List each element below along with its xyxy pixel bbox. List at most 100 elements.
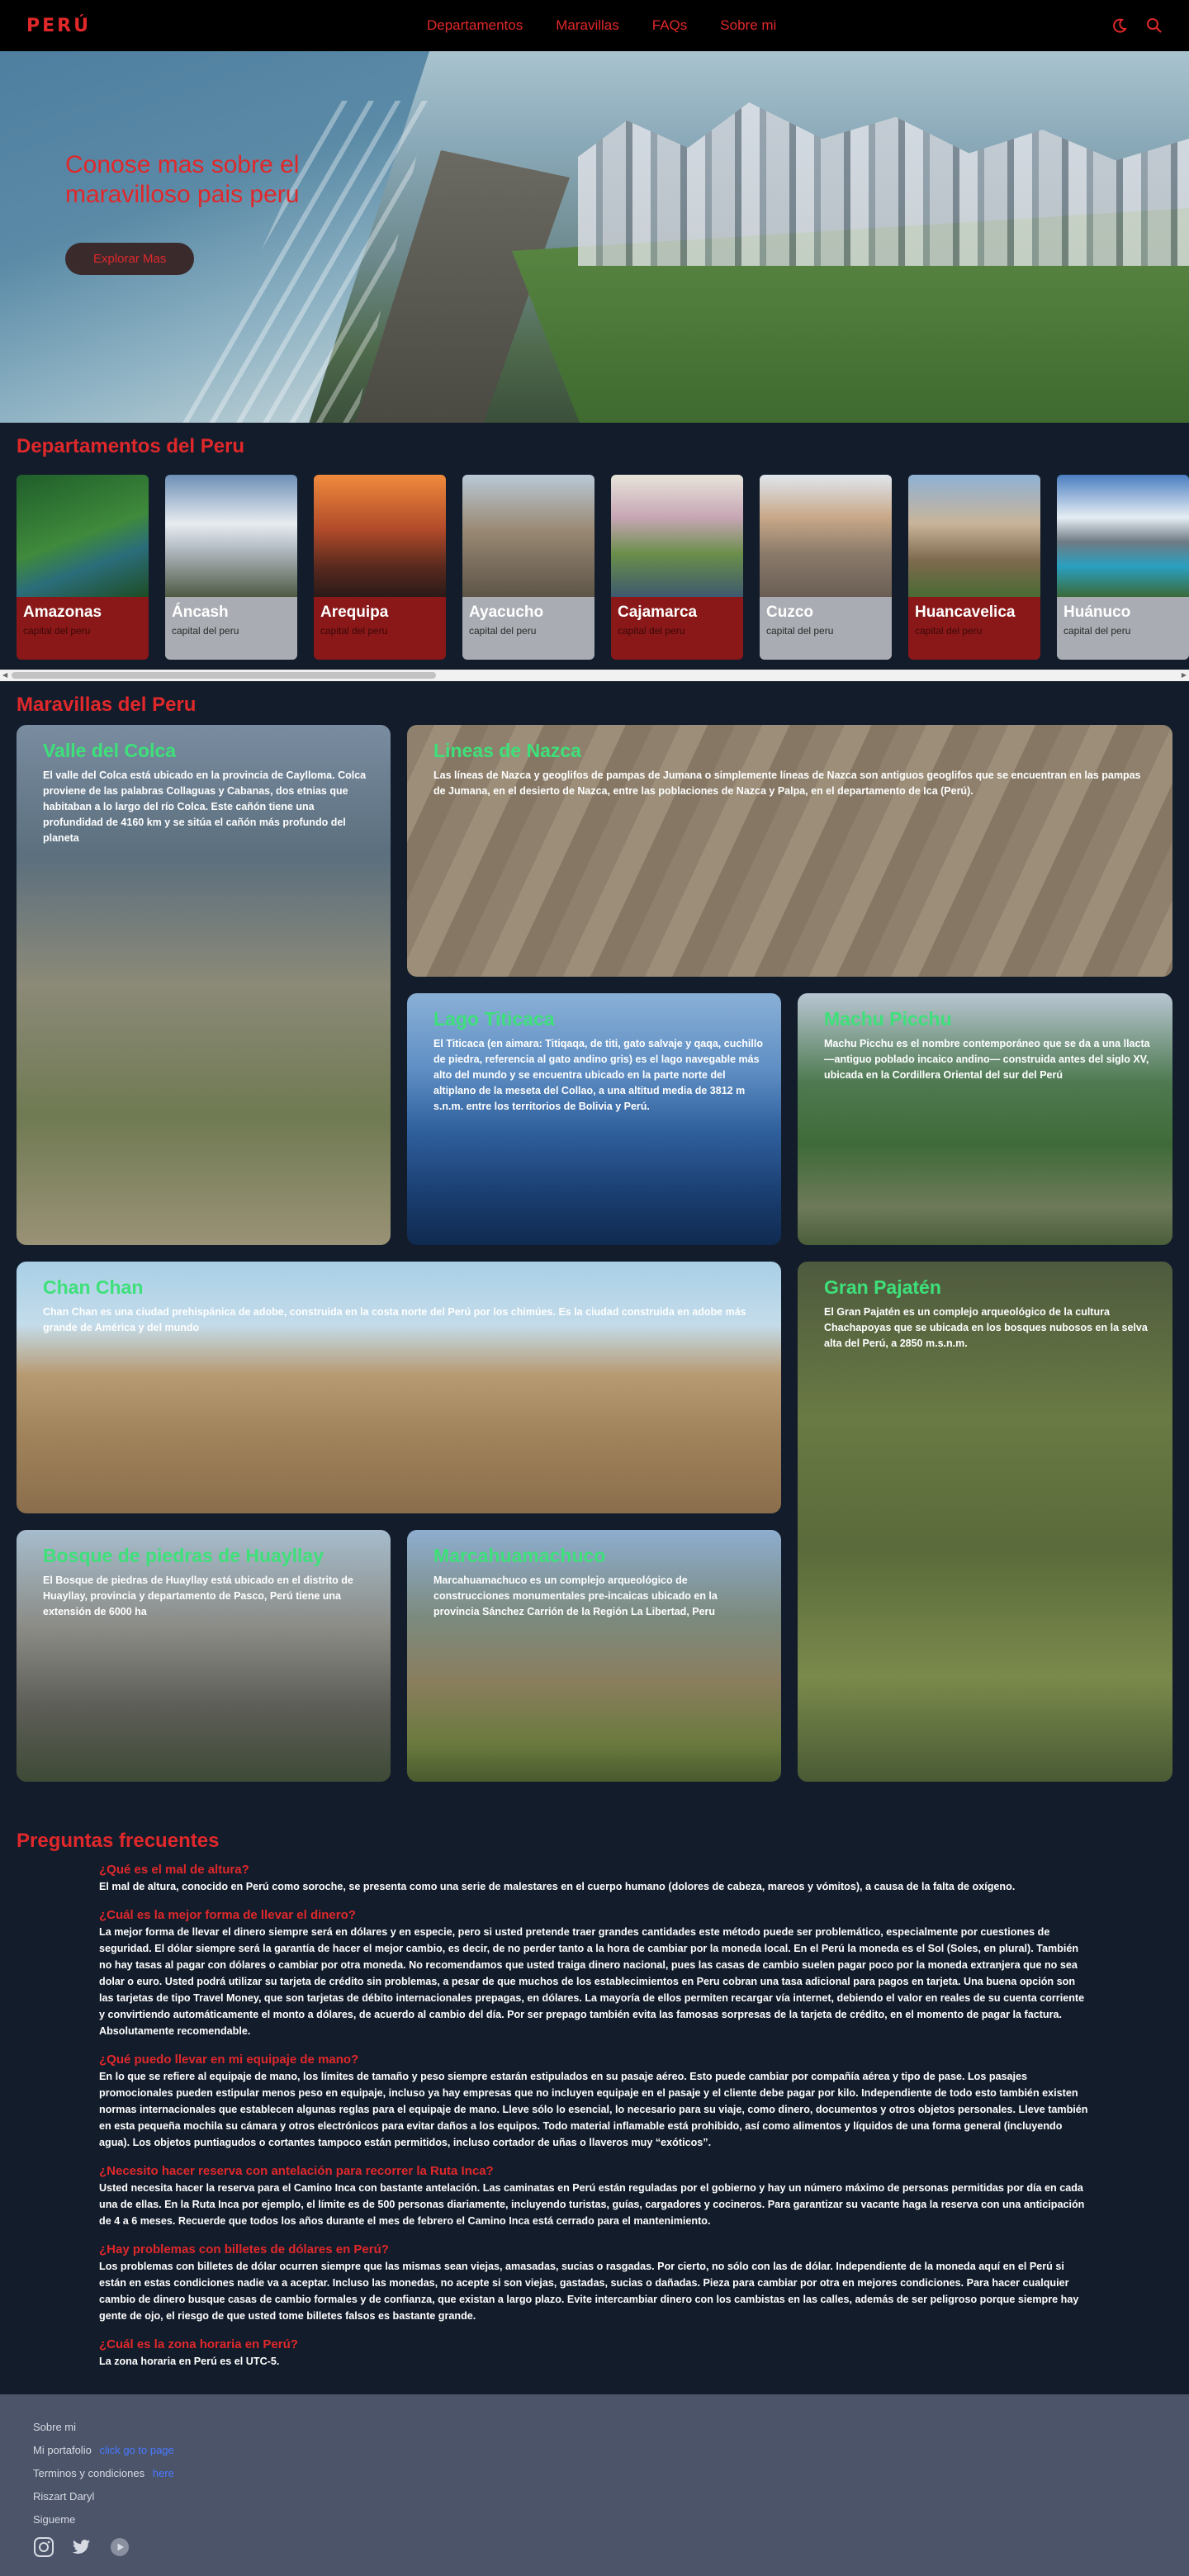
nav-link-departamentos[interactable]: Departamentos (427, 17, 523, 34)
department-image (611, 475, 743, 597)
horizontal-scrollbar[interactable]: ◀ ▶ (0, 670, 1189, 681)
departments-carousel[interactable]: Amazonas capital del peru Áncash capital d… (0, 466, 1189, 681)
department-name: Amazonas (23, 604, 102, 621)
department-name: Ayacucho (469, 604, 544, 621)
wonder-title: Chan Chan (43, 1276, 144, 1298)
department-image (17, 475, 149, 597)
faq-question[interactable]: ¿Hay problemas con billetes de dólares e… (99, 2242, 1090, 2256)
department-card-amazonas[interactable]: Amazonas capital del peru (17, 475, 149, 660)
site-logo[interactable]: PERÚ (26, 16, 91, 36)
wonder-card-machu-picchu[interactable]: Machu Picchu Machu Picchu es el nombre c… (798, 993, 1172, 1245)
faq-question[interactable]: ¿Qué es el mal de altura? (99, 1863, 1090, 1877)
footer-about[interactable]: Sobre mi (33, 2416, 1156, 2439)
faq-answer: La mejor forma de llevar el dinero siemp… (99, 1926, 1085, 2037)
nav-icons (1111, 17, 1163, 34)
department-card-huanuco[interactable]: Huánuco capital del peru (1057, 475, 1189, 660)
department-sub: capital del peru (766, 625, 834, 637)
wonder-title: Valle del Colca (43, 740, 177, 761)
hero-banner: Conose mas sobre el maravilloso pais per… (0, 51, 1189, 423)
faq-answer: La zona horaria en Perú es el UTC-5. (99, 2356, 280, 2367)
wonder-description: Chan Chan es una ciudad prehispánica de … (43, 1306, 746, 1333)
department-name: Arequipa (320, 604, 389, 621)
department-image (908, 475, 1040, 597)
wonder-description: Las líneas de Nazca y geoglifos de pampa… (433, 769, 1141, 797)
departments-title: Departamentos del Peru (17, 435, 245, 457)
department-image (1057, 475, 1189, 597)
portfolio-link[interactable]: click go to page (99, 2444, 173, 2456)
department-card-huancavelica[interactable]: Huancavelica capital del peru (908, 475, 1040, 660)
faq-question[interactable]: ¿Qué puedo llevar en mi equipaje de mano… (99, 2053, 1090, 2067)
twitter-icon[interactable] (71, 2536, 92, 2562)
hero-image-city (578, 102, 1189, 266)
wonder-title: Bosque de piedras de Huayllay (43, 1545, 324, 1566)
wonder-card-titicaca[interactable]: Lago Titicaca El Titicaca (en aimara: Ti… (407, 993, 781, 1245)
youtube-icon[interactable] (109, 2536, 130, 2562)
department-card-ancash[interactable]: Áncash capital del peru (165, 475, 297, 660)
scrollbar-thumb[interactable] (12, 672, 436, 679)
department-sub: capital del peru (1063, 625, 1131, 637)
department-card-arequipa[interactable]: Arequipa capital del peru (314, 475, 446, 660)
wonder-card-colca[interactable]: Valle del Colca El valle del Colca está … (17, 725, 391, 1245)
faq-question[interactable]: ¿Necesito hacer reserva con antelación p… (99, 2164, 1090, 2178)
wonder-card-marcahuamachuco[interactable]: Marcahuamachuco Marcahuamachuco es un co… (407, 1530, 781, 1782)
faq-question[interactable]: ¿Cuál es la zona horaria en Perú? (99, 2337, 1090, 2351)
faq-answer: Usted necesita hacer la reserva para el … (99, 2182, 1085, 2227)
wonder-title: Gran Pajatén (824, 1276, 941, 1298)
faq-section: ¿Qué es el mal de altura? El mal de altu… (0, 1863, 1189, 2394)
terms-link[interactable]: here (153, 2467, 174, 2479)
department-card-cajamarca[interactable]: Cajamarca capital del peru (611, 475, 743, 660)
scroll-right-arrow-icon[interactable]: ▶ (1182, 671, 1187, 679)
moon-icon[interactable] (1111, 17, 1128, 34)
wonders-grid: Valle del Colca El valle del Colca está … (0, 725, 1189, 1823)
nav-link-maravillas[interactable]: Maravillas (556, 17, 619, 34)
footer-terms-label: Terminos y condiciones (33, 2467, 145, 2479)
faq-answer: El mal de altura, conocido en Perú como … (99, 1881, 1016, 1892)
faq-item: ¿Qué puedo llevar en mi equipaje de mano… (99, 2053, 1090, 2151)
wonder-card-gran-pajaten[interactable]: Gran Pajatén El Gran Pajatén es un compl… (798, 1262, 1172, 1782)
department-image (462, 475, 594, 597)
wonder-description: El valle del Colca está ubicado en la pr… (43, 769, 367, 844)
faq-item: ¿Qué es el mal de altura? El mal de altu… (99, 1863, 1090, 1895)
search-icon[interactable] (1146, 17, 1163, 34)
wonder-card-chan-chan[interactable]: Chan Chan Chan Chan es una ciudad prehis… (17, 1262, 781, 1513)
hero-content: Conose mas sobre el maravilloso pais per… (65, 150, 346, 275)
faq-answer: Los problemas con billetes de dólar ocur… (99, 2261, 1079, 2322)
faq-question[interactable]: ¿Cuál es la mejor forma de llevar el din… (99, 1908, 1090, 1922)
department-name: Huánuco (1063, 604, 1131, 621)
department-name: Áncash (172, 604, 229, 621)
department-image (760, 475, 892, 597)
nav-link-sobre-mi[interactable]: Sobre mi (720, 17, 776, 34)
instagram-icon[interactable] (33, 2536, 54, 2562)
faq-item: ¿Hay problemas con billetes de dólares e… (99, 2242, 1090, 2324)
scroll-left-arrow-icon[interactable]: ◀ (2, 671, 7, 679)
wonder-description: Machu Picchu es el nombre contemporáneo … (824, 1038, 1150, 1081)
wonder-description: Marcahuamachuco es un complejo arqueológ… (433, 1574, 718, 1617)
department-sub: capital del peru (469, 625, 537, 637)
hero-title: Conose mas sobre el maravilloso pais per… (65, 151, 300, 208)
faq-item: ¿Cuál es la zona horaria en Perú? La zon… (99, 2337, 1090, 2370)
department-name: Cajamarca (618, 604, 698, 621)
faq-answer: En lo que se refiere al equipaje de mano… (99, 2071, 1088, 2148)
footer-portfolio: Mi portafolio click go to page (33, 2439, 1156, 2462)
faq-item: ¿Necesito hacer reserva con antelación p… (99, 2164, 1090, 2229)
wonder-description: El Gran Pajatén es un complejo arqueológ… (824, 1306, 1148, 1349)
department-card-cuzco[interactable]: Cuzco capital del peru (760, 475, 892, 660)
faq-item: ¿Cuál es la mejor forma de llevar el din… (99, 1908, 1090, 2039)
wonder-card-huayllay[interactable]: Bosque de piedras de Huayllay El Bosque … (17, 1530, 391, 1782)
department-name: Cuzco (766, 604, 813, 621)
top-navbar: PERÚ Departamentos Maravillas FAQs Sobre… (0, 0, 1189, 51)
department-sub: capital del peru (915, 625, 983, 637)
department-sub: capital del peru (618, 625, 685, 637)
wonder-card-nazca[interactable]: Lineas de Nazca Las líneas de Nazca y ge… (407, 725, 1172, 977)
wonder-title: Lineas de Nazca (433, 740, 581, 761)
footer-follow: Sigueme (33, 2513, 76, 2526)
nav-link-faqs[interactable]: FAQs (652, 17, 688, 34)
department-card-ayacucho[interactable]: Ayacucho capital del peru (462, 475, 594, 660)
site-footer: Sobre mi Mi portafolio click go to page … (0, 2394, 1189, 2576)
wonder-title: Marcahuamachuco (433, 1545, 606, 1566)
wonder-description: El Bosque de piedras de Huayllay está ub… (43, 1574, 353, 1617)
wonders-title: Maravillas del Peru (17, 694, 197, 716)
department-image (314, 475, 446, 597)
department-name: Huancavelica (915, 604, 1016, 621)
explore-button[interactable]: Explorar Mas (65, 243, 195, 275)
